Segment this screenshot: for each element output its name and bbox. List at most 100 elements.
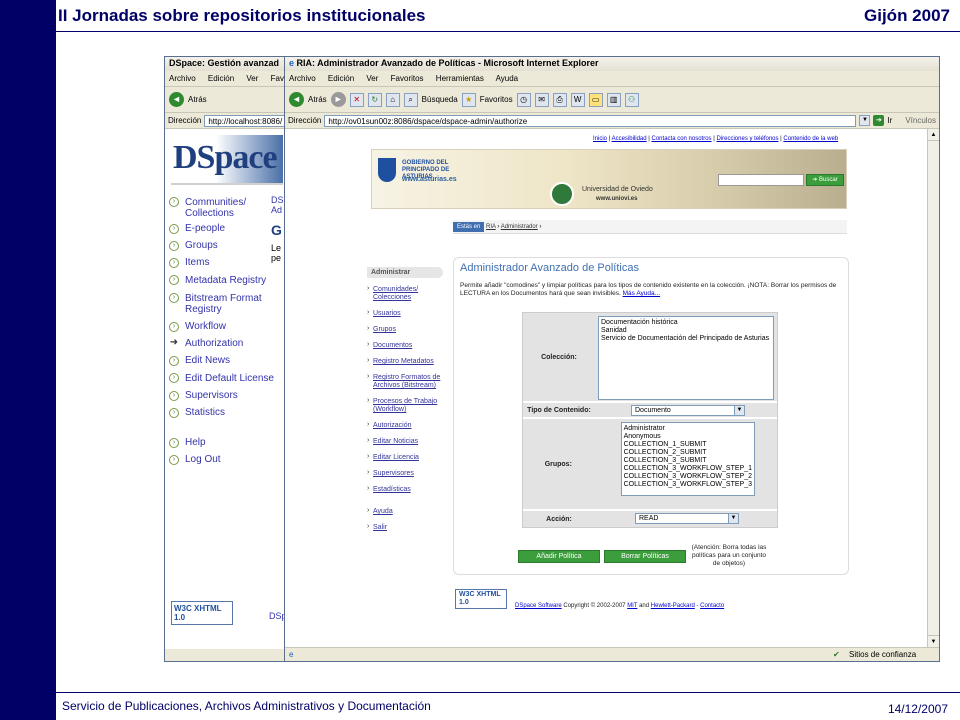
nav-workflow[interactable]: › Workflow bbox=[165, 322, 287, 332]
nav-authorization[interactable]: ➜ Authorization bbox=[165, 338, 287, 349]
stop-icon[interactable]: ✕ bbox=[349, 92, 364, 107]
banner-search-input[interactable] bbox=[718, 174, 804, 186]
collection-listbox[interactable]: Documentación histórica Sanidad Servicio… bbox=[598, 316, 774, 400]
nav-communities[interactable]: › Communities/ Collections bbox=[165, 197, 287, 219]
group-option[interactable]: Anonymous bbox=[624, 433, 752, 441]
back-arrow-icon[interactable]: ◄ bbox=[169, 92, 184, 107]
group-option[interactable]: COLLECTION_3_SUBMIT bbox=[624, 457, 752, 465]
address-input[interactable]: http://ov01sun00z:8086/dspace/dspace-adm… bbox=[324, 114, 857, 127]
group-option[interactable]: COLLECTION_3_WORKFLOW_STEP_2 bbox=[624, 473, 752, 481]
sidebar-item-statistics[interactable]: Estadísticas bbox=[367, 485, 443, 494]
sidebar-item-help[interactable]: Ayuda bbox=[367, 507, 443, 516]
menu-item[interactable]: Edición bbox=[328, 74, 354, 83]
sidebar-item-communities[interactable]: Comunidades/ Colecciones bbox=[367, 285, 443, 302]
top-link[interactable]: Inicio bbox=[593, 136, 607, 142]
sidebar-item-news[interactable]: Editar Noticias bbox=[367, 437, 443, 446]
nav-edit-license[interactable]: › Edit Default License bbox=[165, 373, 287, 384]
arrow-circle-icon: › bbox=[169, 356, 179, 366]
nav-help[interactable]: › Help bbox=[165, 438, 287, 448]
scroll-down-icon[interactable]: ▼ bbox=[928, 635, 939, 647]
sidebar-item-logout[interactable]: Salir bbox=[367, 523, 443, 532]
menu-item[interactable]: Archivo bbox=[289, 74, 316, 83]
search-icon[interactable]: ⌕ bbox=[403, 92, 418, 107]
sidebar-item-users[interactable]: Usuarios bbox=[367, 309, 443, 318]
home-icon[interactable]: ⌂ bbox=[385, 92, 400, 107]
scroll-up-icon[interactable]: ▲ bbox=[928, 129, 939, 141]
refresh-icon[interactable]: ↻ bbox=[367, 92, 382, 107]
search-button[interactable]: ➔ Buscar bbox=[806, 174, 844, 186]
breadcrumb-item[interactable]: Administrador bbox=[501, 224, 538, 230]
sidebar-item-groups[interactable]: Grupos bbox=[367, 325, 443, 334]
gov-url[interactable]: www.asturias.es bbox=[402, 176, 457, 183]
collection-option[interactable]: Sanidad bbox=[601, 327, 771, 335]
back-arrow-icon[interactable]: ◄ bbox=[289, 92, 304, 107]
collection-option[interactable]: Servicio de Documentación del Principado… bbox=[601, 335, 771, 343]
menu-item[interactable]: Herramientas bbox=[436, 74, 484, 83]
nav-items[interactable]: › Items bbox=[165, 258, 287, 268]
dspace-link[interactable]: DSpace Software bbox=[515, 603, 562, 609]
sidebar-item-metadata[interactable]: Registro Metadatos bbox=[367, 357, 443, 366]
sidebar-item-license[interactable]: Editar Licencia bbox=[367, 453, 443, 462]
sidebar-item-authorization[interactable]: Autorización bbox=[367, 421, 443, 430]
sidebar-item-supervisors[interactable]: Supervisores bbox=[367, 469, 443, 478]
menu-item[interactable]: Archivo bbox=[169, 74, 196, 83]
delete-policies-button[interactable]: Borrar Políticas bbox=[604, 550, 686, 563]
contact-link[interactable]: Contacto bbox=[700, 603, 724, 609]
breadcrumb-item[interactable]: RIA bbox=[486, 224, 496, 230]
menu-item[interactable]: Ver bbox=[366, 74, 378, 83]
favorites-label[interactable]: Favoritos bbox=[480, 95, 513, 104]
collection-option[interactable]: Documentación histórica bbox=[601, 319, 771, 327]
group-option[interactable]: COLLECTION_3_WORKFLOW_STEP_1 bbox=[624, 465, 752, 473]
menu-item[interactable]: Ver bbox=[246, 74, 258, 83]
mail-icon[interactable]: ✉ bbox=[534, 92, 549, 107]
mit-link[interactable]: MIT bbox=[627, 603, 637, 609]
go-label[interactable]: Ir bbox=[887, 116, 892, 125]
nav-epeople[interactable]: › E-people bbox=[165, 224, 287, 234]
nav-metadata-registry[interactable]: › Metadata Registry bbox=[165, 275, 287, 286]
top-link[interactable]: Direcciones y teléfonos bbox=[716, 136, 778, 142]
print-icon[interactable]: ⎙ bbox=[552, 92, 567, 107]
nav-edit-news[interactable]: › Edit News bbox=[165, 356, 287, 366]
uni-url[interactable]: www.uniovi.es bbox=[596, 196, 637, 202]
content-type-select[interactable]: Documento ▼ bbox=[631, 405, 745, 416]
action-select[interactable]: READ ▼ bbox=[635, 513, 739, 524]
sidebar-item-documents[interactable]: Documentos bbox=[367, 341, 443, 350]
go-arrow-icon[interactable]: ➔ bbox=[873, 115, 885, 126]
nav-statistics[interactable]: › Statistics bbox=[165, 408, 287, 418]
history-icon[interactable]: ◷ bbox=[516, 92, 531, 107]
nav-logout[interactable]: › Log Out bbox=[165, 455, 287, 465]
menu-item[interactable]: Favoritos bbox=[391, 74, 424, 83]
group-option[interactable]: COLLECTION_3_WORKFLOW_STEP_3 bbox=[624, 481, 752, 489]
links-label[interactable]: Vínculos bbox=[905, 116, 936, 125]
dropdown-arrow-icon[interactable]: ▼ bbox=[859, 115, 871, 126]
hp-link[interactable]: Hewlett-Packard bbox=[651, 603, 695, 609]
top-link[interactable]: Contenido de la web bbox=[783, 136, 838, 142]
group-option[interactable]: COLLECTION_2_SUBMIT bbox=[624, 449, 752, 457]
add-policy-button[interactable]: Añadir Política bbox=[518, 550, 600, 563]
discuss-icon[interactable]: ▭ bbox=[588, 92, 603, 107]
back-label[interactable]: Atrás bbox=[188, 95, 207, 104]
top-link[interactable]: Accesibilidad bbox=[612, 136, 647, 142]
sidebar-nav: Comunidades/ Colecciones Usuarios Grupos… bbox=[367, 285, 443, 532]
top-link[interactable]: Contacta con nosotros bbox=[652, 136, 712, 142]
favorites-icon[interactable]: ★ bbox=[461, 92, 476, 107]
menu-item[interactable]: Edición bbox=[208, 74, 234, 83]
vertical-scrollbar[interactable]: ▲ ▼ bbox=[927, 129, 939, 647]
messenger-icon[interactable]: ⚇ bbox=[624, 92, 639, 107]
nav-groups[interactable]: › Groups bbox=[165, 241, 287, 251]
research-icon[interactable]: ▥ bbox=[606, 92, 621, 107]
group-option[interactable]: Administrator bbox=[624, 425, 752, 433]
nav-label: Authorization bbox=[185, 338, 244, 349]
nav-bitstream-registry[interactable]: › Bitstream Format Registry bbox=[165, 293, 287, 315]
back-label[interactable]: Atrás bbox=[308, 95, 327, 104]
search-label[interactable]: Búsqueda bbox=[422, 95, 458, 104]
sidebar-item-workflow[interactable]: Procesos de Trabajo (Workflow) bbox=[367, 397, 443, 414]
forward-arrow-icon[interactable]: ► bbox=[330, 92, 346, 107]
group-option[interactable]: COLLECTION_1_SUBMIT bbox=[624, 441, 752, 449]
groups-listbox[interactable]: Administrator Anonymous COLLECTION_1_SUB… bbox=[620, 422, 755, 496]
more-help-link[interactable]: Más Ayuda... bbox=[623, 290, 660, 297]
menu-item[interactable]: Ayuda bbox=[496, 74, 519, 83]
sidebar-item-formats[interactable]: Registro Formatos de Archivos (Bitstream… bbox=[367, 373, 443, 390]
edit-icon[interactable]: W bbox=[570, 92, 585, 107]
nav-supervisors[interactable]: › Supervisors bbox=[165, 391, 287, 401]
